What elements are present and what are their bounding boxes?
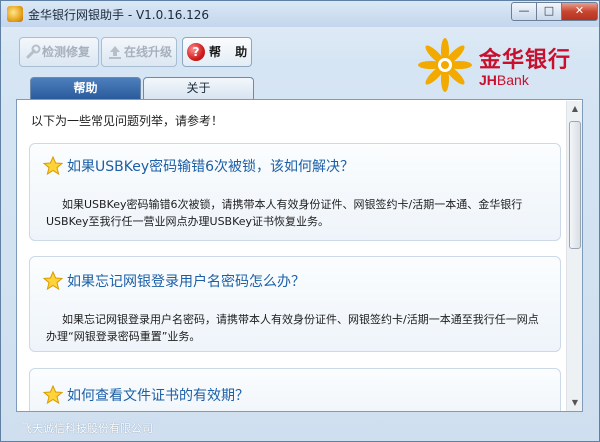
repair-button[interactable]: 检测修复 xyxy=(19,37,99,67)
help-button[interactable]: ? 帮 助 xyxy=(182,37,252,67)
maximize-button[interactable]: □ xyxy=(536,2,562,21)
wrench-icon xyxy=(26,44,41,59)
app-icon xyxy=(7,6,23,22)
bank-name-en-bold: JH xyxy=(479,72,497,88)
company-footer: 飞天诚信科技股份有限公司 xyxy=(21,422,153,435)
upgrade-button[interactable]: 在线升级 xyxy=(101,37,177,67)
tab-help[interactable]: 帮助 xyxy=(30,77,141,99)
upgrade-label: 在线升级 xyxy=(124,45,173,59)
bank-name-en: JHBank xyxy=(479,72,529,88)
repair-label: 检测修复 xyxy=(42,45,91,59)
bank-logo-icon xyxy=(418,38,472,92)
faq-question: 如何查看文件证书的有效期？ xyxy=(67,388,249,404)
bank-name-cn: 金华银行 xyxy=(479,48,572,73)
help-content-panel: 以下为一些常见问题列举，请参考！ 如果USBKey密码输错6次被锁，该如何解决？… xyxy=(16,99,583,412)
close-button[interactable]: ✕ xyxy=(561,2,598,21)
help-label: 帮 助 xyxy=(209,45,253,59)
star-icon xyxy=(43,156,63,176)
upload-icon xyxy=(109,46,121,59)
scroll-down-arrow-icon[interactable]: ▼ xyxy=(567,395,582,411)
app-window: 金华银行网银助手 - V1.0.16.126 — □ ✕ 检测修复 在线升级 ?… xyxy=(0,0,600,442)
window-title: 金华银行网银助手 - V1.0.16.126 xyxy=(28,8,210,22)
faq-answer: 如果忘记网银登录用户名密码，请携带本人有效身份证件、网银签约卡/活期一本通至我行… xyxy=(46,313,539,343)
star-icon xyxy=(43,385,63,405)
vertical-scrollbar[interactable]: ▲ ▼ xyxy=(566,101,582,411)
help-icon: ? xyxy=(187,43,205,61)
faq-question: 如果USBKey密码输错6次被锁，该如何解决？ xyxy=(67,159,355,175)
scroll-thumb[interactable] xyxy=(569,121,581,249)
minimize-button[interactable]: — xyxy=(511,2,537,21)
faq-card: 如果忘记网银登录用户名密码怎么办？ 如果忘记网银登录用户名密码，请携带本人有效身… xyxy=(29,256,561,352)
faq-question: 如果忘记网银登录用户名密码怎么办？ xyxy=(67,274,305,290)
title-bar[interactable]: 金华银行网银助手 - V1.0.16.126 — □ ✕ xyxy=(1,1,599,27)
bank-name-en-thin: Bank xyxy=(496,72,529,88)
scroll-up-arrow-icon[interactable]: ▲ xyxy=(567,101,582,117)
faq-answer: 如果USBKey密码输错6次被锁，请携带本人有效身份证件、网银签约卡/活期一本通… xyxy=(46,198,523,228)
faq-card: 如何查看文件证书的有效期？ xyxy=(29,368,561,411)
tab-about[interactable]: 关于 xyxy=(143,77,254,99)
star-icon xyxy=(43,271,63,291)
intro-text: 以下为一些常见问题列举，请参考！ xyxy=(31,114,224,128)
faq-card: 如果USBKey密码输错6次被锁，该如何解决？ 如果USBKey密码输错6次被锁… xyxy=(29,143,561,241)
